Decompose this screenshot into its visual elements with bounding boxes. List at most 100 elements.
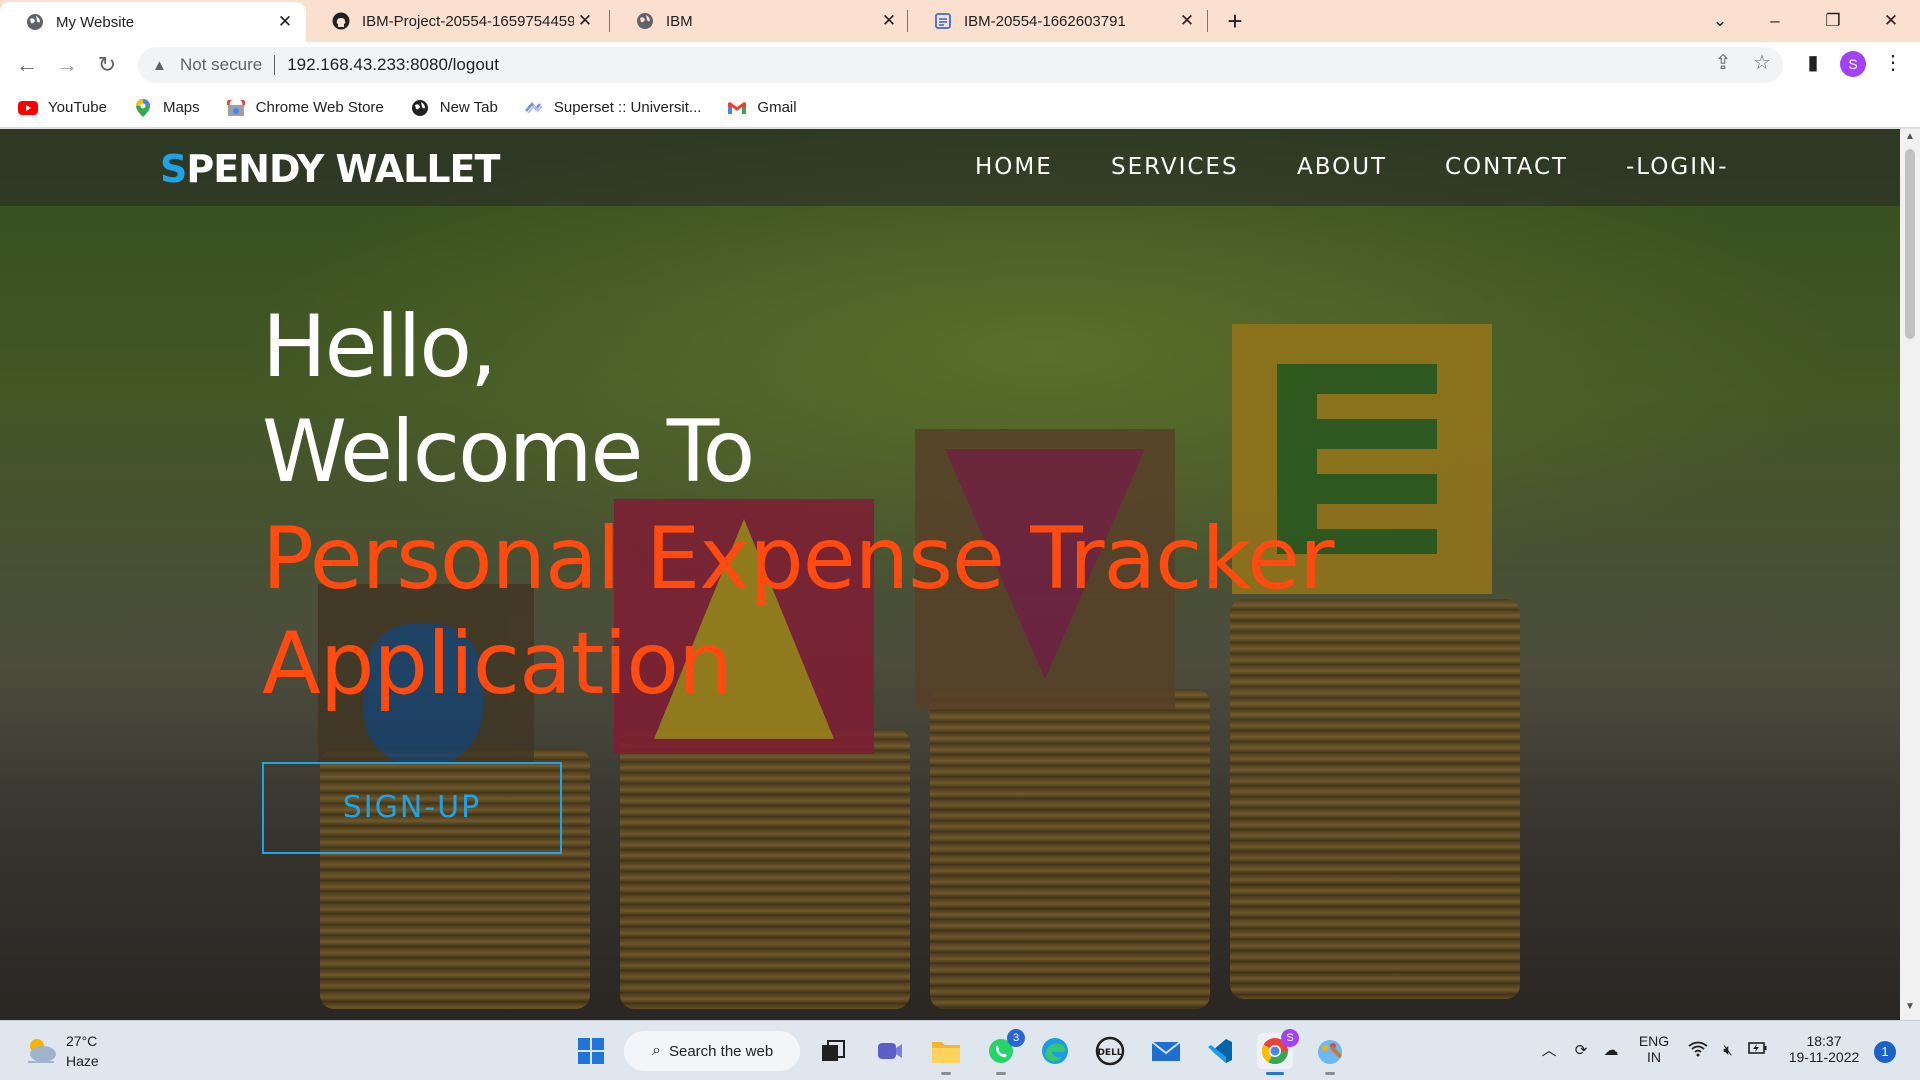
globe-icon	[26, 13, 44, 31]
warning-triangle-icon[interactable]: ▲	[152, 57, 174, 74]
close-tab-icon[interactable]: ✕	[1176, 11, 1198, 31]
tab-ibm-doc[interactable]: IBM-20554-1662603791 ✕	[908, 0, 1208, 42]
bookmark-youtube[interactable]: YouTube	[18, 99, 107, 117]
vscode-icon[interactable]	[1202, 1033, 1238, 1069]
bookmark-maps[interactable]: Maps	[133, 98, 200, 117]
weather-temperature[interactable]: 27°C	[66, 1033, 97, 1049]
scroll-up-icon[interactable]: ▲	[1900, 131, 1920, 147]
hero-app-name-line2: Application	[262, 614, 733, 714]
url-text[interactable]: 192.168.43.233:8080/logout	[287, 55, 499, 75]
tab-separator	[1207, 10, 1208, 32]
bookmark-label: New Tab	[439, 99, 498, 116]
whatsapp-icon[interactable]: 3	[983, 1029, 1025, 1075]
onedrive-cloud-icon[interactable]: ☁	[1601, 1041, 1621, 1061]
bookmark-superset[interactable]: Superset :: Universit...	[524, 99, 702, 117]
task-view-icon[interactable]	[815, 1033, 851, 1069]
weather-description[interactable]: Haze	[66, 1053, 99, 1069]
tab-ibm[interactable]: IBM ✕	[610, 0, 910, 42]
forward-arrow-icon[interactable]: →	[52, 50, 82, 80]
clock-time: 18:37	[1806, 1033, 1842, 1049]
show-hidden-icons-chevron-icon[interactable]: ︿	[1539, 1041, 1559, 1061]
close-tab-icon[interactable]: ✕	[574, 11, 596, 31]
scroll-thumb[interactable]	[1905, 149, 1915, 339]
wifi-icon[interactable]	[1688, 1041, 1708, 1061]
whatsapp-badge: 3	[1007, 1029, 1025, 1047]
superset-icon	[524, 99, 544, 117]
kebab-menu-icon[interactable]: ⋮	[1880, 50, 1906, 76]
weather-haze-icon[interactable]	[24, 1035, 58, 1065]
bookmark-star-icon[interactable]: ☆	[1749, 50, 1775, 76]
mail-icon[interactable]	[1148, 1033, 1184, 1069]
bookmark-label: Superset :: Universit...	[553, 99, 702, 116]
bookmark-chrome-web-store[interactable]: Chrome Web Store	[226, 99, 384, 117]
file-explorer-icon[interactable]	[928, 1033, 964, 1075]
tab-search-chevron-icon[interactable]: ⌄	[1705, 6, 1735, 36]
edge-browser-icon[interactable]	[1037, 1033, 1073, 1069]
search-icon: ⌕	[652, 1042, 661, 1059]
maps-pin-icon	[133, 98, 153, 117]
share-icon[interactable]: ⇪	[1710, 50, 1736, 76]
close-window-icon[interactable]: ✕	[1876, 6, 1906, 36]
bookmark-new-tab[interactable]: New Tab	[410, 99, 498, 117]
globe-icon	[636, 12, 654, 30]
restore-icon[interactable]: ❐	[1818, 6, 1848, 36]
scroll-down-icon[interactable]: ▼	[1900, 1001, 1920, 1017]
running-indicator	[941, 1072, 951, 1075]
profile-avatar[interactable]: S	[1840, 51, 1866, 77]
minimize-icon[interactable]: –	[1760, 6, 1790, 36]
nav-login[interactable]: -LOGIN-	[1626, 154, 1729, 180]
battery-icon[interactable]	[1748, 1041, 1768, 1061]
back-arrow-icon[interactable]: ←	[12, 50, 42, 80]
bookmark-label: Gmail	[757, 99, 797, 116]
notification-badge[interactable]: 1	[1874, 1041, 1896, 1063]
github-icon	[332, 12, 350, 30]
tab-github-project[interactable]: IBM-Project-20554-1659754459/ ✕	[306, 0, 606, 42]
browser-toolbar: ← → ↻ ▲ Not secure 192.168.43.233:8080/l…	[0, 42, 1920, 88]
doc-icon	[934, 12, 952, 30]
logo-text: PENDY WALLET	[186, 147, 500, 191]
hero-welcome: Welcome To	[262, 402, 755, 502]
security-label[interactable]: Not secure	[180, 55, 262, 75]
reload-icon[interactable]: ↻	[92, 50, 122, 80]
close-tab-icon[interactable]: ✕	[274, 12, 296, 32]
bookmark-gmail[interactable]: Gmail	[727, 99, 797, 117]
sync-icon[interactable]: ⟳	[1571, 1041, 1591, 1061]
address-bar[interactable]: ▲ Not secure 192.168.43.233:8080/logout	[138, 47, 1783, 83]
teams-chat-icon[interactable]	[872, 1033, 908, 1069]
gmail-icon	[727, 99, 747, 117]
web-page: SPENDY WALLET HOME SERVICES ABOUT CONTAC…	[0, 129, 1900, 1020]
close-tab-icon[interactable]: ✕	[878, 11, 900, 31]
tab-title: IBM-20554-1662603791	[964, 12, 1126, 30]
taskbar-search-box[interactable]: ⌕ Search the web	[624, 1031, 800, 1071]
paint-app-icon[interactable]	[1312, 1033, 1348, 1075]
bookmarks-bar: YouTube Maps Chrome Web Store New Tab Su…	[0, 88, 1920, 128]
youtube-icon	[18, 99, 38, 117]
running-indicator	[1325, 1072, 1335, 1075]
side-panel-icon[interactable]: ▮	[1800, 50, 1826, 76]
language-line2: IN	[1647, 1049, 1661, 1065]
clock[interactable]: 18:37 19-11-2022	[1784, 1033, 1864, 1065]
nav-home[interactable]: HOME	[975, 154, 1053, 180]
new-tab-button[interactable]: +	[1220, 6, 1250, 36]
tab-strip: My Website ✕ IBM-Project-20554-165975445…	[0, 0, 1920, 42]
speaker-muted-icon[interactable]: 🔇︎	[1718, 1041, 1738, 1061]
hero-greeting: Hello,	[262, 297, 497, 397]
chrome-taskbar-icon[interactable]: S	[1257, 1029, 1299, 1075]
tab-my-website[interactable]: My Website ✕	[0, 2, 306, 42]
language-indicator[interactable]: ENG IN	[1636, 1033, 1672, 1065]
omnibox-divider	[274, 55, 276, 75]
language-line1: ENG	[1638, 1033, 1670, 1049]
site-logo[interactable]: SPENDY WALLET	[160, 147, 500, 191]
nav-about[interactable]: ABOUT	[1297, 154, 1387, 180]
signup-button[interactable]: SIGN-UP	[262, 762, 562, 854]
taskbar: 27°C Haze ⌕ Search the web 3 DELL S ︿ ⟳ …	[0, 1020, 1920, 1080]
webstore-icon	[226, 99, 246, 117]
nav-services[interactable]: SERVICES	[1111, 154, 1239, 180]
logo-accent-letter: S	[160, 147, 187, 191]
page-scrollbar[interactable]: ▲ ▼	[1900, 129, 1920, 1020]
nav-contact[interactable]: CONTACT	[1445, 154, 1568, 180]
dell-icon[interactable]: DELL	[1092, 1033, 1128, 1069]
running-indicator	[996, 1072, 1006, 1075]
taskbar-search-label: Search the web	[668, 1042, 774, 1060]
windows-start-icon[interactable]	[573, 1033, 609, 1069]
